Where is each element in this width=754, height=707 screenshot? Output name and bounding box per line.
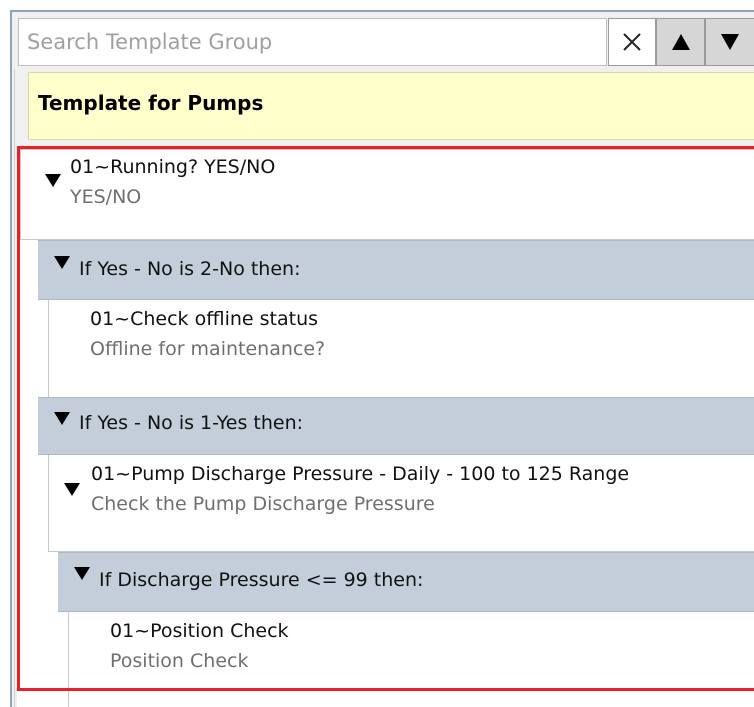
question-title: 01~Pump Discharge Pressure - Daily - 100… <box>91 463 630 485</box>
triangle-down-icon[interactable] <box>64 483 80 496</box>
next-result-button[interactable] <box>705 18 754 66</box>
condition-label: If Yes - No is 2-No then: <box>79 258 301 280</box>
condition-if-no[interactable]: If Yes - No is 2-No then: <box>38 240 754 300</box>
template-header[interactable]: Template for Pumps <box>28 72 754 140</box>
search-template-group-input[interactable] <box>18 18 607 66</box>
close-icon <box>623 33 641 51</box>
previous-result-button[interactable] <box>656 18 705 66</box>
triangle-down-icon[interactable] <box>54 412 70 425</box>
condition-label: If Yes - No is 1-Yes then: <box>79 412 304 434</box>
question-pump-discharge-pressure[interactable]: 01~Pump Discharge Pressure - Daily - 100… <box>48 455 754 552</box>
triangle-down-icon[interactable] <box>54 256 70 269</box>
question-subtitle: Position Check <box>110 650 249 672</box>
template-title: Template for Pumps <box>38 91 264 115</box>
condition-discharge-pressure[interactable]: If Discharge Pressure <= 99 then: <box>58 552 754 612</box>
panel-divider <box>14 70 15 707</box>
question-subtitle: Offline for maintenance? <box>90 338 326 360</box>
question-subtitle: YES/NO <box>70 186 142 208</box>
condition-if-yes[interactable]: If Yes - No is 1-Yes then: <box>38 397 754 455</box>
triangle-down-icon[interactable] <box>45 174 61 187</box>
arrow-up-icon <box>671 34 690 50</box>
question-title: 01~Running? YES/NO <box>70 156 276 178</box>
clear-search-button[interactable] <box>608 18 656 66</box>
triangle-down-icon[interactable] <box>74 567 90 580</box>
question-title[interactable]: 01~Check offline status <box>90 308 318 330</box>
question-title[interactable]: 01~Position Check <box>110 620 289 642</box>
question-subtitle: Check the Pump Discharge Pressure <box>91 493 435 515</box>
tree-guide-line <box>68 612 69 707</box>
condition-label: If Discharge Pressure <= 99 then: <box>99 569 424 591</box>
tree-guide-line <box>48 300 49 398</box>
question-running[interactable]: 01~Running? YES/NO YES/NO <box>20 149 754 240</box>
arrow-down-icon <box>721 34 739 50</box>
